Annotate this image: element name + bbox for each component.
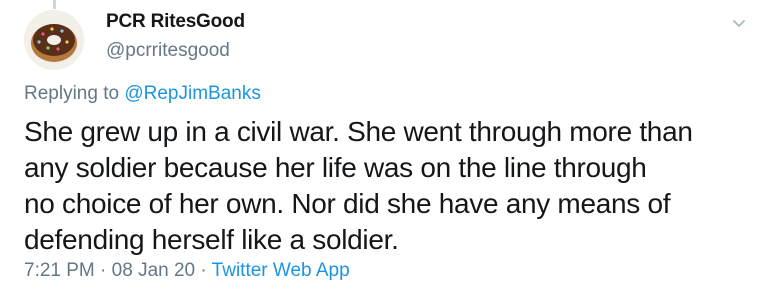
tweet-text-line: any soldier because her life was on the … xyxy=(24,152,647,183)
replying-to: Replying to @RepJimBanks xyxy=(24,83,261,105)
tweet-metadata: 7:21 PM · 08 Jan 20 · Twitter Web App xyxy=(24,260,350,282)
tweet-time[interactable]: 7:21 PM xyxy=(24,260,95,281)
reply-mention-link[interactable]: @RepJimBanks xyxy=(124,83,261,104)
tweet: PCR RitesGood @pcrritesgood Replying to … xyxy=(0,0,768,292)
chevron-down-icon xyxy=(733,20,745,27)
tweet-text: She grew up in a civil war. She went thr… xyxy=(24,114,744,258)
tweet-menu-button[interactable] xyxy=(728,12,750,34)
tweet-text-line: She grew up in a civil war. She went thr… xyxy=(24,116,693,147)
meta-separator: · xyxy=(94,260,112,281)
display-name[interactable]: PCR RitesGood xyxy=(106,11,245,33)
avatar[interactable] xyxy=(24,10,84,70)
tweet-text-line: defending herself like a soldier. xyxy=(24,224,399,255)
tweet-text-line: no choice of her own. Nor did she have a… xyxy=(24,188,671,219)
tweet-source-link[interactable]: Twitter Web App xyxy=(212,260,350,281)
donut-icon xyxy=(24,10,84,70)
user-handle[interactable]: @pcrritesgood xyxy=(106,40,230,62)
meta-separator: · xyxy=(195,260,212,281)
tweet-date[interactable]: 08 Jan 20 xyxy=(112,260,195,281)
thread-connector xyxy=(53,0,56,9)
replying-prefix: Replying to xyxy=(24,83,125,104)
